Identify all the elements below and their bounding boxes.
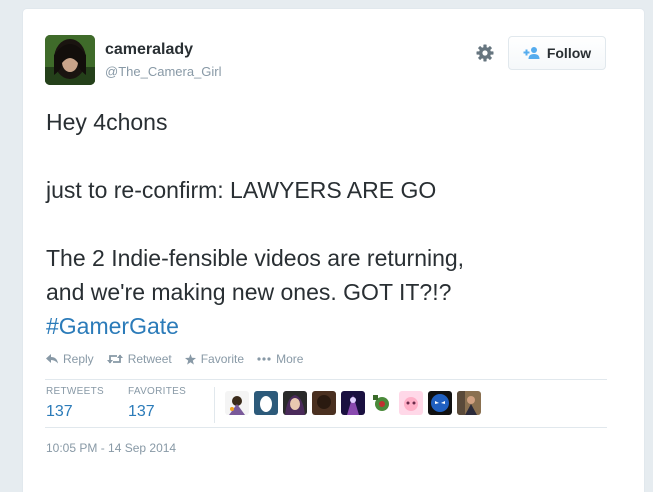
tweet-line: The 2 Indie-fensible videos are returnin… (46, 245, 465, 271)
retweet-icon (106, 354, 123, 364)
favorite-button[interactable]: Favorite (184, 352, 245, 366)
favoriter-avatar[interactable] (283, 391, 307, 415)
retweets-label: RETWEETS (46, 386, 104, 397)
follow-user-icon (523, 47, 540, 59)
favorites-stat[interactable]: FAVORITES 137 (128, 386, 186, 421)
retweet-label: Retweet (127, 352, 172, 366)
tweet-line: and we're making new ones. GOT IT?!? (46, 279, 452, 305)
divider (45, 427, 607, 428)
favorite-label: Favorite (200, 352, 245, 366)
tweet-line: just to re-confirm: LAWYERS ARE GO (46, 177, 437, 203)
tweet-text: Hey 4chons just to re-confirm: LAWYERS A… (46, 105, 626, 343)
follow-button[interactable]: Follow (508, 36, 606, 70)
reply-button[interactable]: Reply (46, 352, 94, 366)
follow-button-label: Follow (546, 45, 592, 61)
tweet-card: cameralady @The_Camera_Girl Follow Hey 4… (22, 8, 645, 492)
favorites-count[interactable]: 137 (128, 403, 186, 421)
favoriter-avatar[interactable] (225, 391, 249, 415)
retweet-button[interactable]: Retweet (106, 352, 172, 366)
divider (45, 379, 607, 380)
favoriter-avatar[interactable] (312, 391, 336, 415)
tweet-line: Hey 4chons (46, 109, 168, 135)
favoriters-avatars (225, 391, 486, 415)
favoriter-avatar[interactable] (254, 391, 278, 415)
tweet-timestamp[interactable]: 10:05 PM - 14 Sep 2014 (46, 441, 176, 455)
gear-icon[interactable] (475, 43, 495, 63)
retweets-count[interactable]: 137 (46, 403, 104, 421)
more-button[interactable]: More (257, 352, 303, 366)
favoriter-avatar[interactable] (399, 391, 423, 415)
user-handle[interactable]: @The_Camera_Girl (105, 64, 222, 79)
reply-icon (46, 354, 58, 364)
favoriter-avatar[interactable] (428, 391, 452, 415)
star-icon (184, 353, 196, 365)
retweets-stat[interactable]: RETWEETS 137 (46, 386, 104, 421)
tweet-actions: Reply Retweet Favorite More (46, 352, 316, 366)
more-dots-icon (257, 357, 271, 361)
more-label: More (276, 352, 304, 366)
display-name[interactable]: cameralady (105, 41, 193, 59)
favoriter-avatar[interactable] (341, 391, 365, 415)
stats-divider (214, 387, 215, 423)
favorites-label: FAVORITES (128, 386, 187, 397)
favoriter-avatar[interactable] (457, 391, 481, 415)
reply-label: Reply (63, 352, 94, 366)
hashtag-link[interactable]: #GamerGate (46, 313, 179, 339)
avatar[interactable] (45, 35, 95, 85)
favoriter-avatar[interactable] (370, 391, 394, 415)
